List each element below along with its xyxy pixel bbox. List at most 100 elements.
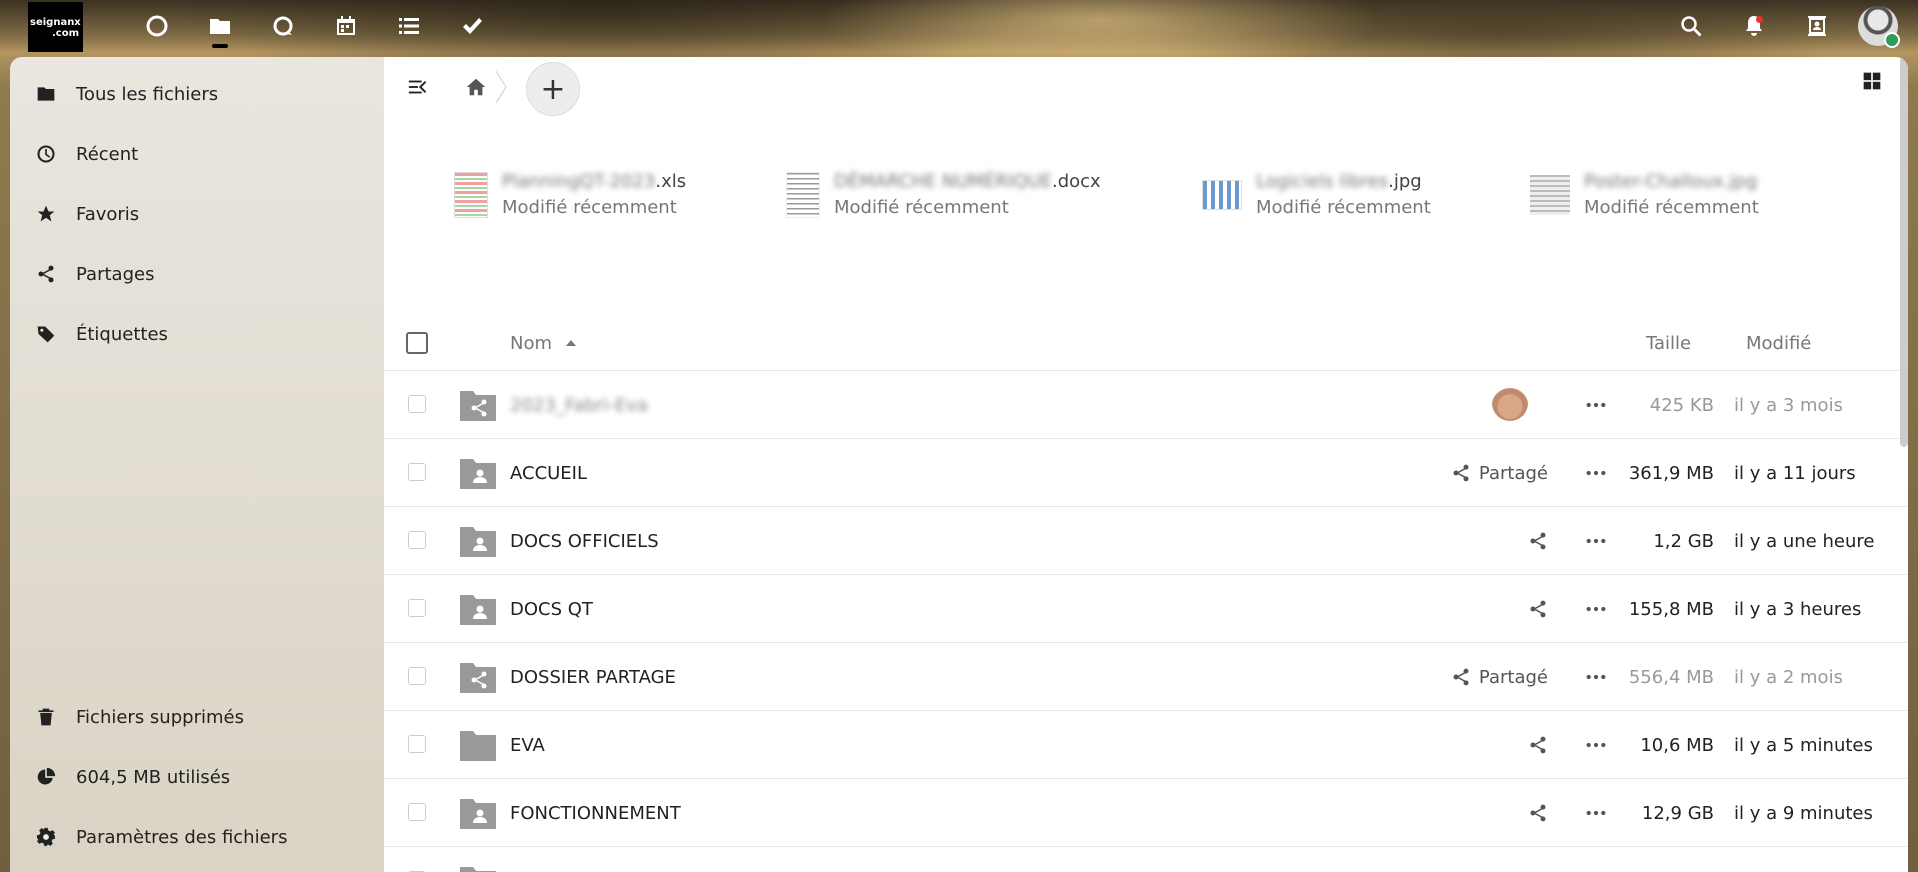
file-name[interactable]: DOSSIER PARTAGE [510, 643, 676, 711]
sidebar: Tous les fichiers Récent Favoris Partage… [10, 57, 384, 872]
logo-text-line1: seignanx [30, 17, 81, 28]
sidebar-item-all-files[interactable]: Tous les fichiers [10, 69, 384, 119]
app-deck[interactable] [440, 0, 503, 52]
file-actions-button[interactable] [1584, 597, 1608, 621]
table-row[interactable]: DOSSIER PARTAGE Partagé 556,4 MB il y a 2 m… [384, 643, 1908, 711]
sidebar-top: Tous les fichiers Récent Favoris Partage… [10, 69, 384, 369]
user-avatar[interactable] [1858, 6, 1900, 48]
file-name[interactable]: 2023_Fabri-Eva [510, 371, 648, 439]
sidebar-item-tags[interactable]: Étiquettes [10, 309, 384, 359]
sidebar-item-label: Étiquettes [76, 323, 168, 345]
header-right [1659, 0, 1918, 52]
recent-file[interactable]: PlanningQT-2023.xls Modifié récemment [454, 165, 686, 225]
more-actions-icon [1586, 810, 1606, 816]
app-files[interactable] [188, 0, 251, 52]
column-header-modified[interactable]: Modifié [1746, 315, 1811, 371]
share-button[interactable]: Partagé [1451, 439, 1548, 507]
column-header-size[interactable]: Taille [1646, 315, 1691, 371]
table-row[interactable]: EVA 10,6 MB il y a 5 minutes [384, 711, 1908, 779]
breadcrumb-home[interactable] [454, 65, 498, 109]
sidebar-item-favorites[interactable]: Favoris [10, 189, 384, 239]
row-checkbox[interactable] [408, 599, 426, 617]
share-button[interactable] [1528, 847, 1548, 872]
scrollbar[interactable] [1900, 57, 1908, 447]
owner-avatar[interactable] [1492, 385, 1528, 421]
table-row[interactable]: DOCS QT 155,8 MB il y a 3 heures [384, 575, 1908, 643]
file-name[interactable]: Modèles [510, 847, 585, 872]
sidebar-quota[interactable]: 604,5 MB utilisés [10, 752, 384, 802]
more-actions-icon [1586, 742, 1606, 748]
recent-file[interactable]: Logiciels libres.jpg Modifié récemment [1202, 165, 1431, 225]
file-actions-button[interactable] [1584, 733, 1608, 757]
app-dashboard[interactable] [125, 0, 188, 52]
logo[interactable]: seignanx .com [28, 2, 83, 52]
file-actions-button[interactable] [1584, 665, 1608, 689]
group-folder-icon [460, 525, 496, 557]
calendar-icon [336, 16, 355, 35]
gear-icon [36, 827, 56, 847]
column-header-name[interactable]: Nom [510, 315, 577, 371]
folder-icon [460, 865, 496, 872]
quota-text: 604,5 MB utilisés [76, 766, 231, 788]
sidebar-item-label: Fichiers supprimés [76, 706, 244, 728]
file-actions-button[interactable] [1584, 393, 1608, 417]
app-content: Tous les fichiers Récent Favoris Partage… [10, 57, 1908, 872]
breadcrumb-separator [495, 70, 507, 104]
table-row[interactable]: DOCS OFFICIELS 1,2 GB il y a une heure [384, 507, 1908, 575]
file-name[interactable]: DOCS QT [510, 575, 593, 643]
folder-icon [460, 729, 496, 761]
table-row[interactable]: ACCUEIL Partagé 361,9 MB il y a 11 jours [384, 439, 1908, 507]
row-checkbox[interactable] [408, 803, 426, 821]
file-name[interactable]: EVA [510, 711, 545, 779]
recent-file[interactable]: DÉMARCHE NUMÉRIQUE.docx Modifié récemmen… [786, 165, 1101, 225]
table-row[interactable]: Modèles 233 KB il y a 4 mois [384, 847, 1908, 872]
table-row[interactable]: 2023_Fabri-Eva 425 KB il y a 3 mois [384, 371, 1908, 439]
group-folder-icon [460, 797, 496, 829]
row-checkbox[interactable] [408, 531, 426, 549]
share-button[interactable] [1528, 779, 1548, 847]
file-name[interactable]: DOCS OFFICIELS [510, 507, 659, 575]
more-actions-icon [1586, 538, 1606, 544]
column-header-label: Nom [510, 332, 553, 354]
table-row[interactable]: FONCTIONNEMENT 12,9 GB il y a 9 minutes [384, 779, 1908, 847]
app-menu [125, 0, 503, 52]
notifications-button[interactable] [1722, 0, 1785, 52]
sidebar-item-settings[interactable]: Paramètres des fichiers [10, 812, 384, 862]
row-checkbox[interactable] [408, 667, 426, 685]
share-icon [1530, 532, 1546, 550]
share-button[interactable] [1528, 711, 1548, 779]
share-button[interactable] [1528, 575, 1548, 643]
recent-file[interactable]: Poster-Challoux.jpg Modifié récemment [1530, 165, 1759, 225]
files-toolbar: + [384, 57, 1908, 121]
file-actions-button[interactable] [1584, 461, 1608, 485]
search-button[interactable] [1659, 0, 1722, 52]
sidebar-item-recent[interactable]: Récent [10, 129, 384, 179]
app-calendar[interactable] [314, 0, 377, 52]
home-icon [466, 78, 486, 96]
more-actions-icon [1586, 674, 1606, 680]
file-modified: il y a 11 jours [1734, 462, 1856, 484]
row-checkbox[interactable] [408, 463, 426, 481]
more-actions-icon [1586, 606, 1606, 612]
app-talk[interactable] [251, 0, 314, 52]
app-tasks[interactable] [377, 0, 440, 52]
sidebar-item-shares[interactable]: Partages [10, 249, 384, 299]
sidebar-item-trash[interactable]: Fichiers supprimés [10, 692, 384, 742]
row-checkbox[interactable] [408, 735, 426, 753]
recent-file-name: Poster-Challoux.jpg [1584, 171, 1758, 192]
new-button[interactable]: + [526, 62, 580, 116]
file-name[interactable]: FONCTIONNEMENT [510, 779, 681, 847]
file-actions-button[interactable] [1584, 529, 1608, 553]
row-checkbox[interactable] [408, 395, 426, 413]
toggle-sidebar-button[interactable] [396, 65, 440, 109]
select-all-checkbox[interactable] [406, 332, 428, 354]
contacts-button[interactable] [1785, 0, 1848, 52]
file-name[interactable]: ACCUEIL [510, 439, 587, 507]
share-button[interactable] [1528, 507, 1548, 575]
file-modified: il y a 3 mois [1734, 394, 1843, 416]
share-button[interactable]: Partagé [1451, 643, 1548, 711]
share-icon [1530, 600, 1546, 618]
file-modified: il y a 9 minutes [1734, 802, 1873, 824]
grid-view-button[interactable] [1862, 71, 1886, 95]
file-actions-button[interactable] [1584, 801, 1608, 825]
